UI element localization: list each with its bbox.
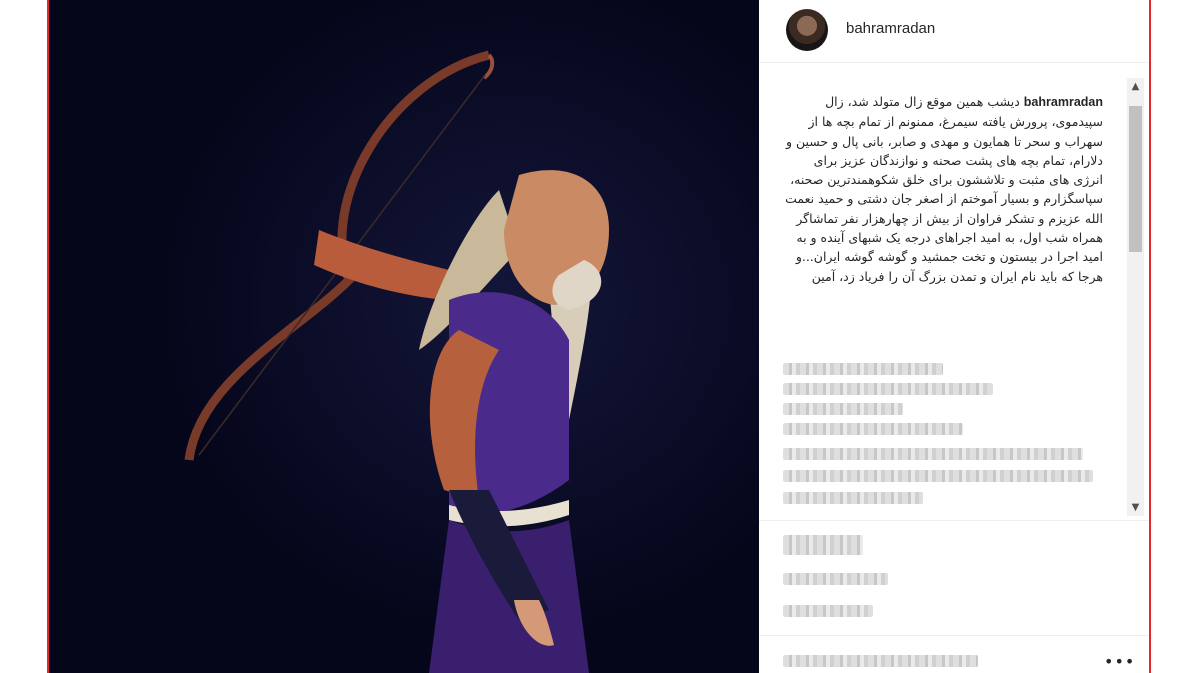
blurred-likes	[783, 535, 863, 555]
post-header: bahramradan	[759, 0, 1149, 63]
blurred-comment	[783, 492, 923, 504]
blurred-comment-input[interactable]	[783, 655, 978, 667]
avatar[interactable]	[786, 9, 828, 51]
scroll-down-icon[interactable]: ▼	[1127, 499, 1144, 516]
scroll-thumb[interactable]	[1129, 106, 1142, 252]
blurred-comment	[783, 403, 903, 415]
photo-illustration	[49, 0, 759, 673]
caption-username[interactable]: bahramradan	[1024, 95, 1103, 109]
blurred-comment	[783, 363, 943, 375]
caption-text: دیشب همین موقع زال متولد شد، زال سپیدموی…	[785, 94, 1103, 284]
blurred-comment	[783, 383, 993, 395]
blurred-comment	[783, 448, 1083, 460]
divider	[759, 635, 1149, 636]
caption: bahramradan دیشب همین موقع زال متولد شد،…	[783, 92, 1103, 286]
post-side-panel: bahramradan bahramradan دیشب همین موقع ز…	[759, 0, 1149, 673]
username-link[interactable]: bahramradan	[846, 20, 935, 37]
frame-border-right	[1149, 0, 1151, 673]
blurred-comment	[783, 423, 963, 435]
comments-scrollbar[interactable]: ▲ ▼	[1127, 78, 1144, 516]
post-photo[interactable]	[49, 0, 759, 673]
ellipsis-icon[interactable]: •••	[1104, 652, 1135, 671]
divider	[759, 520, 1149, 521]
scroll-up-icon[interactable]: ▲	[1127, 78, 1144, 95]
comments-area: bahramradan دیشب همین موقع زال متولد شد،…	[759, 78, 1149, 518]
blurred-comment	[783, 470, 1093, 482]
blurred-likes-count	[783, 573, 888, 585]
blurred-timestamp	[783, 605, 873, 617]
